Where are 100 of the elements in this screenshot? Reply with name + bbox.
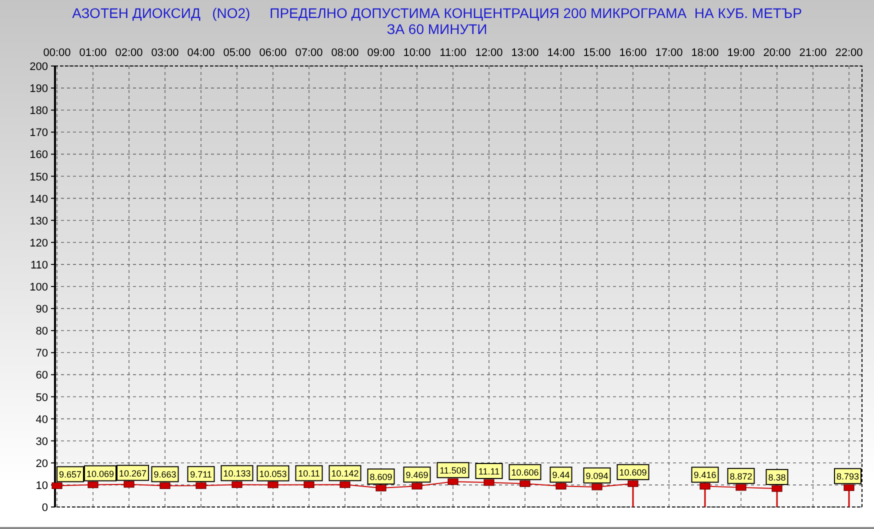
value-label: 9.663 [151,466,179,482]
data-label: 9.657 [58,470,82,480]
data-label: 10.11 [298,468,320,479]
x-tick-label: 00:00 [43,47,71,59]
y-tick-label: 200 [30,61,48,73]
data-point-marker [376,484,386,492]
value-label: 10.267 [116,464,149,481]
y-tick-label: 140 [30,193,48,206]
data-label: 9.44 [552,470,570,480]
y-tick-label: 130 [30,215,48,228]
x-tick-label: 14:00 [547,47,575,59]
data-label: 9.469 [406,470,428,480]
y-tick-label: 50 [36,392,48,404]
y-tick-label: 30 [36,436,48,448]
value-label: 10.133 [220,465,254,482]
x-tick-label: 05:00 [223,47,251,59]
data-point-marker [448,478,458,485]
data-point-marker [736,484,746,491]
data-point-marker [700,482,710,490]
y-tick-label: 170 [30,127,48,140]
value-label: 9.657 [56,466,84,482]
value-label: 10.606 [508,464,542,480]
value-label: 9.469 [403,466,431,483]
data-label: 11.11 [478,466,500,476]
data-label: 10.609 [619,468,647,478]
data-label: 9.663 [154,470,176,480]
data-point-marker [52,482,62,489]
y-tick-label: 180 [30,105,48,118]
data-label: 10.142 [331,468,359,479]
y-tick-label: 80 [36,326,48,338]
data-point-marker [628,480,638,487]
value-label: 9.416 [691,466,719,483]
value-label: 11.508 [436,462,470,478]
data-point-marker [772,485,782,492]
x-tick-label: 21:00 [799,47,827,59]
value-label: 10.069 [84,465,116,482]
data-point-marker [232,481,242,488]
y-tick-label: 60 [36,370,48,382]
x-tick-label: 03:00 [151,47,179,59]
data-point-marker [124,481,134,488]
value-label: 9.094 [583,467,611,484]
data-label: 8.38 [768,472,786,483]
data-point-marker [304,481,314,488]
x-tick-label: 16:00 [619,47,647,59]
data-point-marker [412,482,422,490]
x-tick-label: 09:00 [367,47,395,59]
value-label: 10.609 [616,464,650,480]
x-tick-label: 19:00 [727,47,755,59]
value-label: 8.38 [766,469,788,486]
y-tick-label: 90 [36,304,48,316]
data-point-marker [484,479,494,486]
data-point-marker [340,481,350,488]
y-tick-label: 100 [30,282,48,294]
value-label: 8.872 [727,468,755,484]
x-tick-label: 20:00 [763,47,791,59]
x-tick-label: 12:00 [475,47,503,59]
data-label: 10.069 [86,468,114,479]
y-tick-label: 120 [30,237,48,250]
x-tick-label: 13:00 [511,47,539,59]
x-tick-label: 06:00 [259,47,287,59]
y-tick-label: 160 [30,149,48,162]
data-point-marker [196,482,206,489]
y-tick-label: 0 [42,502,48,514]
x-tick-label: 07:00 [295,47,323,59]
x-tick-label: 01:00 [79,47,107,59]
data-point-marker [160,482,170,489]
value-label: 10.11 [295,465,323,482]
value-label: 10.053 [256,465,290,482]
chart-title: ЗА 60 МИНУТИ [386,21,488,37]
data-label: 10.267 [118,468,147,478]
data-label: 9.094 [586,470,608,481]
y-tick-label: 150 [30,171,48,184]
value-label: 11.11 [475,463,503,479]
chart-title: АЗОТЕН ДИОКСИД (NO2) ПРЕДЕЛНО ДОПУСТИМА КОНЦЕНТРАЦИЯ 200 МИКРОГРАМА НА КУБ. МЕТЪР [71,5,803,21]
value-label: 8.609 [367,468,395,485]
data-label: 9.416 [694,470,716,480]
data-label: 9.711 [190,470,212,480]
y-tick-label: 110 [30,259,48,272]
data-point-marker [268,482,278,488]
x-tick-label: 02:00 [115,47,143,59]
x-tick-label: 10:00 [403,47,431,59]
data-label: 10.053 [259,468,287,479]
x-tick-label: 08:00 [331,47,359,59]
data-point-marker [556,482,566,490]
data-label: 8.793 [836,472,860,482]
x-tick-label: 04:00 [187,47,215,59]
y-tick-label: 70 [36,348,48,360]
x-tick-label: 11:00 [440,47,466,59]
data-label: 8.609 [370,472,392,482]
value-label: 9.711 [187,466,215,482]
data-label: 10.606 [511,468,539,478]
data-label: 8.872 [730,471,752,482]
x-tick-label: 15:00 [583,47,611,59]
data-point-marker [88,482,98,488]
x-tick-label: 17:00 [655,47,683,59]
y-tick-label: 20 [36,458,48,470]
data-point-marker [844,484,854,491]
data-point-marker [592,484,602,490]
value-label: 10.142 [328,465,362,482]
x-tick-label: 18:00 [691,47,719,59]
